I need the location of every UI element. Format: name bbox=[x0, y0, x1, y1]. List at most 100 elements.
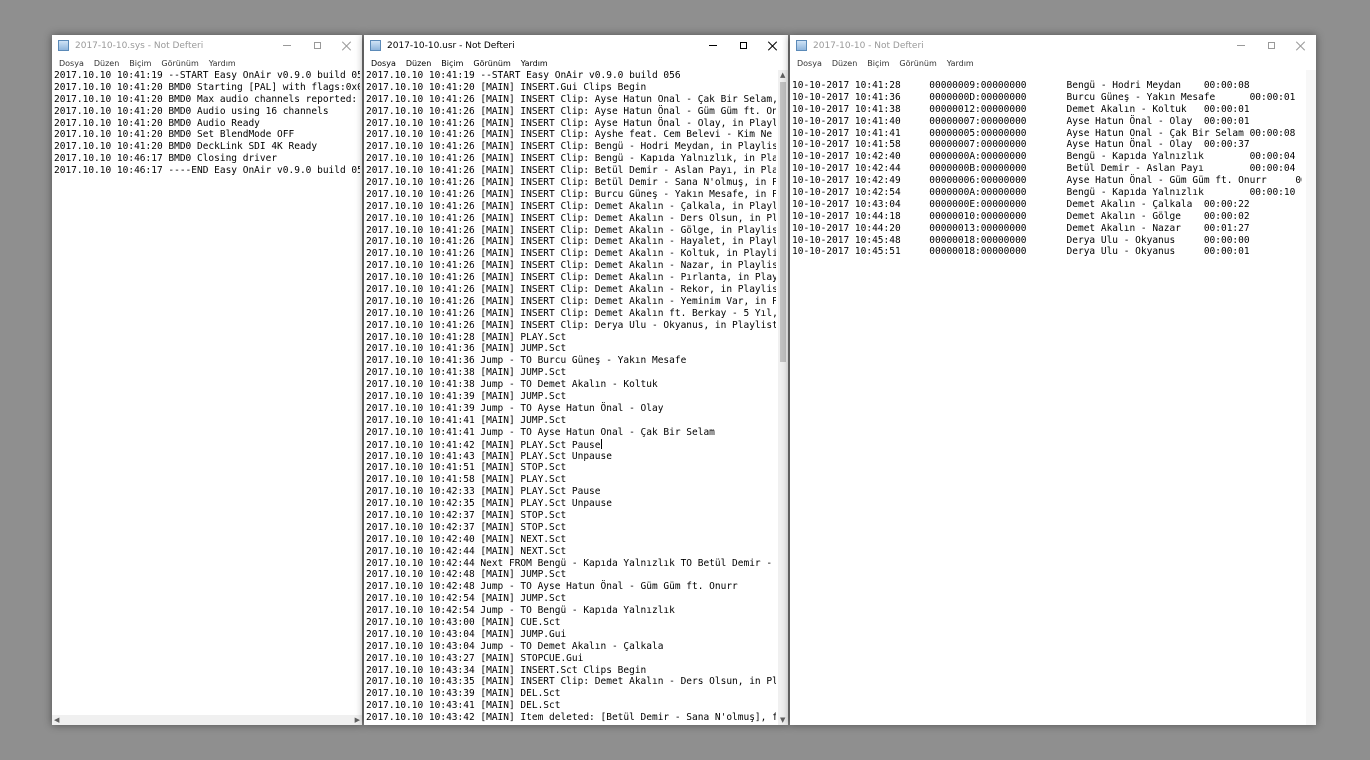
menu-file[interactable]: Dosya bbox=[792, 59, 827, 68]
text-line: 2017.10.10 10:41:26 [MAIN] INSERT Clip: … bbox=[366, 260, 776, 272]
text-line: 2017.10.10 10:43:35 [MAIN] INSERT Clip: … bbox=[366, 676, 776, 688]
scroll-right-icon[interactable]: ▶ bbox=[355, 715, 360, 725]
text-line: 10-10-2017 10:44:20 00000013:00000000 De… bbox=[792, 222, 1250, 234]
text-area[interactable]: 2017.10.10 10:41:19 --START Easy OnAir v… bbox=[366, 70, 776, 725]
title-bar[interactable]: 2017-10-10 - Not Defteri bbox=[790, 35, 1316, 56]
text-line: 2017.10.10 10:41:26 [MAIN] INSERT Clip: … bbox=[366, 224, 776, 236]
text-line: 2017.10.10 10:41:36 [MAIN] JUMP.Sct bbox=[366, 343, 567, 355]
text-line: 2017.10.10 10:41:26 [MAIN] INSERT Clip: … bbox=[366, 212, 776, 224]
menu-format[interactable]: Biçim bbox=[436, 59, 468, 68]
menu-help[interactable]: Yardım bbox=[942, 59, 979, 68]
text-line: 2017.10.10 10:41:42 [MAIN] PLAY.Sct Paus… bbox=[366, 438, 602, 451]
menu-view[interactable]: Görünüm bbox=[156, 59, 203, 68]
maximize-button[interactable] bbox=[728, 35, 758, 56]
scroll-up-icon[interactable]: ▲ bbox=[780, 70, 785, 80]
close-button[interactable] bbox=[332, 35, 362, 56]
text-line: 2017.10.10 10:41:20 BMD0 Audio Ready bbox=[54, 117, 260, 129]
maximize-icon bbox=[1267, 42, 1275, 49]
text-line: 2017.10.10 10:41:26 [MAIN] INSERT Clip: … bbox=[366, 200, 776, 212]
minimize-icon bbox=[1237, 45, 1245, 46]
minimize-button[interactable] bbox=[1226, 35, 1256, 56]
text-line: 2017.10.10 10:41:26 [MAIN] INSERT Clip: … bbox=[366, 295, 776, 307]
text-line: 2017.10.10 10:41:58 [MAIN] PLAY.Sct bbox=[366, 474, 567, 486]
menu-file[interactable]: Dosya bbox=[366, 59, 401, 68]
maximize-icon bbox=[739, 42, 747, 49]
menu-help[interactable]: Yardım bbox=[204, 59, 241, 68]
text-line: 2017.10.10 10:41:26 [MAIN] INSERT Clip: … bbox=[366, 177, 776, 189]
text-line: 2017.10.10 10:46:17 ----END Easy OnAir v… bbox=[54, 165, 360, 177]
vertical-scrollbar[interactable] bbox=[1306, 70, 1316, 725]
horizontal-scrollbar[interactable]: ◀ ▶ bbox=[52, 715, 362, 725]
notepad-icon bbox=[370, 40, 381, 51]
text-line: 2017.10.10 10:42:44 Next FROM Bengü - Ka… bbox=[366, 557, 776, 569]
title-bar[interactable]: 2017-10-10.sys - Not Defteri bbox=[52, 35, 362, 56]
menu-help[interactable]: Yardım bbox=[516, 59, 553, 68]
text-line: 2017.10.10 10:42:54 Jump - TO Bengü - Ka… bbox=[366, 605, 675, 617]
maximize-button[interactable] bbox=[1256, 35, 1286, 56]
text-line: 2017.10.10 10:41:26 [MAIN] INSERT Clip: … bbox=[366, 319, 776, 331]
text-line: 2017.10.10 10:42:37 [MAIN] STOP.Sct bbox=[366, 509, 567, 521]
text-line: 2017.10.10 10:41:28 [MAIN] PLAY.Sct bbox=[366, 331, 567, 343]
text-line: 2017.10.10 10:42:54 [MAIN] JUMP.Sct bbox=[366, 593, 567, 605]
text-line: 10-10-2017 10:42:40 0000000A:00000000 Be… bbox=[792, 151, 1296, 163]
vertical-scrollbar[interactable]: ▲ ▼ bbox=[778, 70, 788, 725]
menu-bar: Dosya Düzen Biçim Görünüm Yardım bbox=[52, 56, 362, 70]
menu-edit[interactable]: Düzen bbox=[89, 59, 124, 68]
text-line: 10-10-2017 10:42:44 0000000B:00000000 Be… bbox=[792, 163, 1296, 175]
menu-view[interactable]: Görünüm bbox=[468, 59, 515, 68]
close-button[interactable] bbox=[758, 35, 788, 56]
close-icon bbox=[768, 41, 778, 51]
text-line: 10-10-2017 10:41:28 00000009:00000000 Be… bbox=[792, 80, 1250, 91]
text-line: 10-10-2017 10:41:36 0000000D:00000000 Bu… bbox=[792, 91, 1296, 103]
scroll-down-icon[interactable]: ▼ bbox=[780, 715, 785, 725]
maximize-button[interactable] bbox=[302, 35, 332, 56]
menu-format[interactable]: Biçim bbox=[862, 59, 894, 68]
menu-view[interactable]: Görünüm bbox=[894, 59, 941, 68]
text-line: 2017.10.10 10:41:38 [MAIN] JUMP.Sct bbox=[366, 367, 567, 379]
text-line: 2017.10.10 10:41:26 [MAIN] INSERT Clip: … bbox=[366, 153, 776, 165]
close-icon bbox=[342, 41, 352, 51]
notepad-icon bbox=[796, 40, 807, 51]
text-line: 10-10-2017 10:45:51 00000018:00000000 De… bbox=[792, 246, 1250, 258]
text-line: 2017.10.10 10:43:41 [MAIN] DEL.Sct bbox=[366, 700, 561, 712]
scroll-left-icon[interactable]: ◀ bbox=[54, 715, 59, 725]
text-line: 2017.10.10 10:46:17 BMD0 Closing driver bbox=[54, 153, 278, 165]
text-line: 10-10-2017 10:45:48 00000018:00000000 De… bbox=[792, 234, 1250, 246]
scrollbar-thumb[interactable] bbox=[780, 82, 786, 362]
text-line: 10-10-2017 10:41:41 00000005:00000000 Ay… bbox=[792, 127, 1296, 139]
text-line: 2017.10.10 10:41:39 Jump - TO Ayse Hatun… bbox=[366, 402, 664, 414]
text-line: 2017.10.10 10:41:51 [MAIN] STOP.Sct bbox=[366, 462, 567, 474]
text-line: 2017.10.10 10:42:44 [MAIN] NEXT.Sct bbox=[366, 545, 567, 557]
notepad-window-log[interactable]: 2017-10-10 - Not Defteri Dosya Düzen Biç… bbox=[790, 35, 1316, 725]
text-line: 2017.10.10 10:41:26 [MAIN] INSERT Clip: … bbox=[366, 284, 776, 296]
menu-bar: Dosya Düzen Biçim Görünüm Yardım bbox=[364, 56, 788, 70]
text-area[interactable]: 2017.10.10 10:41:19 --START Easy OnAir v… bbox=[54, 70, 360, 715]
text-line: 2017.10.10 10:41:39 [MAIN] JUMP.Sct bbox=[366, 391, 567, 403]
minimize-button[interactable] bbox=[698, 35, 728, 56]
text-area[interactable]: 10-10-2017 10:41:28 00000009:00000000 Be… bbox=[792, 80, 1302, 725]
close-button[interactable] bbox=[1286, 35, 1316, 56]
minimize-button[interactable] bbox=[272, 35, 302, 56]
text-line: 10-10-2017 10:41:58 00000007:00000000 Ay… bbox=[792, 139, 1250, 151]
text-line: 2017.10.10 10:41:36 Jump - TO Burcu Güne… bbox=[366, 355, 687, 367]
menu-edit[interactable]: Düzen bbox=[401, 59, 436, 68]
text-line: 2017.10.10 10:41:20 BMD0 Starting [PAL] … bbox=[54, 81, 360, 93]
menu-format[interactable]: Biçim bbox=[124, 59, 156, 68]
title-bar[interactable]: 2017-10-10.usr - Not Defteri bbox=[364, 35, 788, 56]
maximize-icon bbox=[313, 42, 321, 49]
text-line: 10-10-2017 10:41:38 00000012:00000000 De… bbox=[792, 103, 1250, 115]
menu-file[interactable]: Dosya bbox=[54, 59, 89, 68]
text-line: 2017.10.10 10:41:19 --START Easy OnAir v… bbox=[366, 70, 681, 81]
notepad-window-usr[interactable]: 2017-10-10.usr - Not Defteri Dosya Düzen… bbox=[364, 35, 788, 725]
text-line: 2017.10.10 10:41:20 BMD0 DeckLink SDI 4K… bbox=[54, 141, 318, 153]
notepad-window-sys[interactable]: 2017-10-10.sys - Not Defteri Dosya Düzen… bbox=[52, 35, 362, 725]
text-line: 2017.10.10 10:43:04 [MAIN] JUMP.Gui bbox=[366, 628, 567, 640]
window-title: 2017-10-10.usr - Not Defteri bbox=[387, 40, 515, 51]
text-line: 10-10-2017 10:41:40 00000007:00000000 Ay… bbox=[792, 115, 1250, 127]
text-line: 2017.10.10 10:41:41 [MAIN] JUMP.Sct bbox=[366, 414, 567, 426]
text-line: 2017.10.10 10:43:00 [MAIN] CUE.Sct bbox=[366, 616, 561, 628]
text-line: 2017.10.10 10:43:42 [MAIN] Item deleted:… bbox=[366, 712, 776, 724]
text-line: 2017.10.10 10:43:04 Jump - TO Demet Akal… bbox=[366, 640, 664, 652]
text-line: 2017.10.10 10:42:48 Jump - TO Ayse Hatun… bbox=[366, 581, 738, 593]
menu-edit[interactable]: Düzen bbox=[827, 59, 862, 68]
